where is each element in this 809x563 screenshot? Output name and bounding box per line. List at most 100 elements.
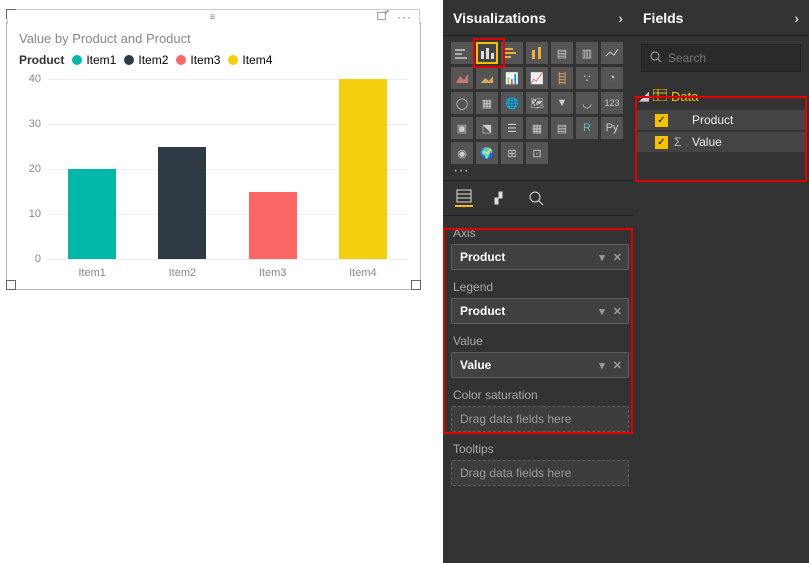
fields-header[interactable]: Fields › [633, 0, 809, 36]
expand-icon[interactable]: ◢ [639, 88, 649, 104]
viz-map-icon[interactable]: 🌐 [501, 92, 523, 114]
panel-title: Visualizations [453, 10, 546, 26]
viz-py-icon[interactable]: Py [601, 117, 623, 139]
legend-title: Product [19, 53, 64, 67]
viz-matrix-icon[interactable]: ▤ [551, 117, 573, 139]
legend-item-label: Item2 [138, 53, 168, 67]
y-tick-label: 10 [19, 208, 41, 220]
viz-funnel-icon[interactable]: ▼ [551, 92, 573, 114]
checkbox-icon[interactable]: ✓ [655, 114, 668, 127]
viz-globe-icon[interactable]: 🌍 [476, 142, 498, 164]
viz-slicer-icon[interactable]: ☰ [501, 117, 523, 139]
fields-table-row[interactable]: ◢ Data [637, 84, 805, 108]
viz-100-bar-icon[interactable]: ▤ [551, 42, 573, 64]
value-well-label: Value [451, 330, 629, 352]
visualizations-header[interactable]: Visualizations › [443, 0, 633, 36]
axis-well[interactable]: Product ▾ ✕ [451, 244, 629, 270]
tooltips-well[interactable]: Drag data fields here [451, 460, 629, 486]
legend-well-label: Legend [451, 276, 629, 298]
viz-clustered-bar-icon[interactable] [501, 42, 523, 64]
viz-treemap-icon[interactable]: ▦ [476, 92, 498, 114]
resize-handle-bl[interactable] [6, 280, 16, 290]
viz-stacked-area-icon[interactable] [476, 67, 498, 89]
legend-well[interactable]: Product ▾✕ [451, 298, 629, 324]
chevron-down-icon[interactable]: ▾ [599, 251, 605, 264]
fields-tab-icon[interactable] [455, 189, 473, 207]
drag-handle-icon[interactable]: ≡ [210, 12, 218, 23]
viz-stacked-bar-icon[interactable] [451, 42, 473, 64]
resize-handle-br[interactable] [411, 280, 421, 290]
viz-more-icon[interactable]: ··· [443, 164, 633, 180]
analytics-tab-icon[interactable] [527, 189, 545, 207]
table-name: Data [671, 89, 698, 104]
format-tab-icon[interactable] [491, 189, 509, 207]
viz-ribbon-icon[interactable]: 📈 [526, 67, 548, 89]
chevron-right-icon[interactable]: › [618, 10, 623, 26]
chart-title: Value by Product and Product [19, 31, 191, 46]
viz-pie-icon[interactable]: ◔ [601, 67, 623, 89]
visualization-type-grid: ▤ ▥ 📊 📈 🪜 ∵ ◔ ◯ ▦ 🌐 🗺 ▼ ◡ 123 ▣ ⬔ ☰ ▦ ▤ … [443, 36, 633, 164]
fields-search[interactable] [641, 44, 801, 72]
viz-custom2-icon[interactable]: ⊡ [526, 142, 548, 164]
viz-clustered-column-icon[interactable] [476, 42, 498, 64]
resize-handle-tl[interactable] [6, 9, 16, 19]
viz-kpi-icon[interactable]: ⬔ [476, 117, 498, 139]
viz-custom1-icon[interactable]: ⊞ [501, 142, 523, 164]
chevron-down-icon[interactable]: ▾ [599, 305, 605, 318]
viz-table-icon[interactable]: ▦ [526, 117, 548, 139]
chevron-down-icon[interactable]: ▾ [599, 359, 605, 372]
remove-icon[interactable]: ✕ [613, 305, 622, 318]
value-well[interactable]: Value ▾ ✕ [451, 352, 629, 378]
visualizations-panel: Visualizations › ▤ ▥ 📊 📈 🪜 ∵ ◔ ◯ ▦ 🌐 🗺 ▼… [443, 0, 633, 563]
x-tick-label: Item4 [349, 267, 377, 279]
x-tick-label: Item2 [169, 267, 197, 279]
y-tick-label: 30 [19, 118, 41, 130]
color-saturation-well-label: Color saturation [451, 384, 629, 406]
bar[interactable] [249, 192, 297, 260]
color-saturation-well[interactable]: Drag data fields here [451, 406, 629, 432]
legend-item-label: Item4 [242, 53, 272, 67]
viz-r-icon[interactable]: R [576, 117, 598, 139]
viz-waterfall-icon[interactable]: 🪜 [551, 67, 573, 89]
viz-arcgis-icon[interactable]: ◉ [451, 142, 473, 164]
viz-stacked-column-icon[interactable] [526, 42, 548, 64]
well-value: Product [460, 250, 505, 264]
viz-line-icon[interactable] [601, 42, 623, 64]
panel-title: Fields [643, 10, 683, 26]
fields-panel: Fields › ◢ Data ✓ Product ✓ Σ Value [633, 0, 809, 563]
field-item-value[interactable]: ✓ Σ Value [637, 132, 805, 152]
well-value: Value [460, 358, 491, 372]
viz-card-icon[interactable]: 123 [601, 92, 623, 114]
viz-scatter-icon[interactable]: ∵ [576, 67, 598, 89]
viz-100-column-icon[interactable]: ▥ [576, 42, 598, 64]
sigma-icon: Σ [674, 135, 686, 149]
checkbox-icon[interactable]: ✓ [655, 136, 668, 149]
viz-area-icon[interactable] [451, 67, 473, 89]
field-name: Value [692, 135, 722, 149]
search-input[interactable] [668, 51, 792, 65]
viz-multi-card-icon[interactable]: ▣ [451, 117, 473, 139]
search-icon [650, 51, 662, 66]
well-placeholder: Drag data fields here [460, 412, 571, 426]
more-options-icon[interactable]: ··· [397, 10, 412, 25]
x-tick-label: Item3 [259, 267, 287, 279]
viz-gauge-icon[interactable]: ◡ [576, 92, 598, 114]
y-tick-label: 40 [19, 73, 41, 85]
chart-visual[interactable]: ≡ ··· Value by Product and Product Produ… [6, 22, 421, 290]
viz-donut-icon[interactable]: ◯ [451, 92, 473, 114]
chevron-right-icon[interactable]: › [794, 10, 799, 26]
field-item-product[interactable]: ✓ Product [637, 110, 805, 130]
bar[interactable] [158, 147, 206, 260]
bar[interactable] [339, 79, 387, 259]
remove-icon[interactable]: ✕ [613, 251, 622, 264]
viz-filled-map-icon[interactable]: 🗺 [526, 92, 548, 114]
x-tick-label: Item1 [78, 267, 106, 279]
bar[interactable] [68, 169, 116, 259]
remove-icon[interactable]: ✕ [613, 359, 622, 372]
chart-legend: Product Item1 Item2 Item3 Item4 [19, 53, 280, 67]
focus-mode-icon[interactable] [377, 10, 389, 25]
well-placeholder: Drag data fields here [460, 466, 571, 480]
legend-item-label: Item3 [190, 53, 220, 67]
y-tick-label: 0 [19, 253, 41, 265]
viz-combo-icon[interactable]: 📊 [501, 67, 523, 89]
